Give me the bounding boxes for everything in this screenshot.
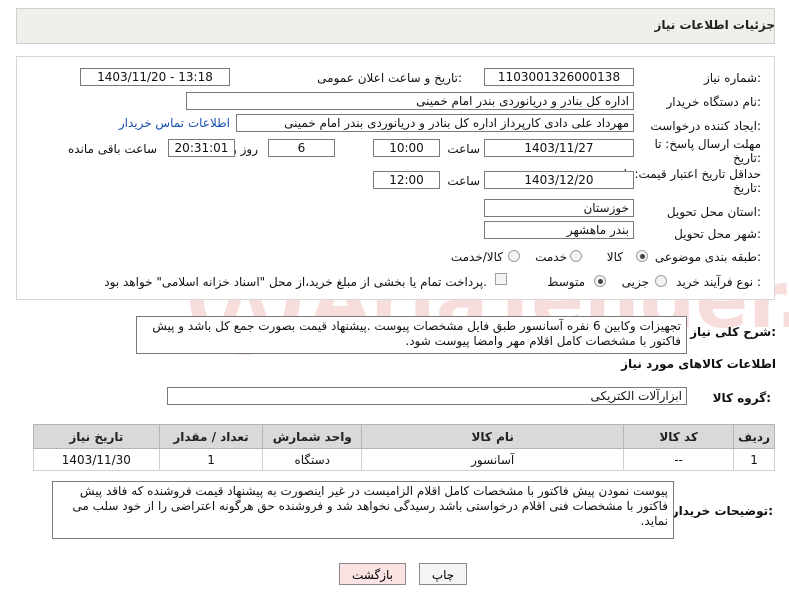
purchase-minor-label: جزیی bbox=[621, 275, 649, 289]
col-quantity: تعداد / مقدار bbox=[158, 424, 264, 449]
item-name-cell: آسانسور bbox=[361, 448, 625, 471]
col-need-date: تاریخ نیاز bbox=[33, 424, 160, 449]
quantity-cell: 1 bbox=[158, 448, 264, 471]
price-validity-date-field: 1403/12/20 bbox=[484, 171, 634, 189]
remaining-days-label: روز و bbox=[231, 142, 258, 156]
buyer-notes-text: پیوست نمودن پیش فاکتور با مشخصات کامل اق… bbox=[72, 484, 668, 528]
category-service-label: خدمت bbox=[535, 250, 567, 264]
reply-time-field: 10:00 bbox=[373, 139, 440, 157]
item-code-cell: -- bbox=[623, 448, 735, 471]
goods-group-field: ابزارآلات الکتریکی bbox=[167, 387, 687, 405]
buyer-org-field: اداره کل بنادر و دریانوردی بندر امام خمی… bbox=[186, 92, 634, 110]
creator-field: مهرداد علی دادی کارپرداز اداره کل بنادر … bbox=[236, 114, 634, 132]
treasury-payment-label: پرداخت تمام یا بخشی از مبلغ خرید،از محل … bbox=[104, 275, 487, 289]
row-number-cell: 1 bbox=[733, 448, 775, 471]
col-item-name: نام کالا bbox=[361, 424, 625, 449]
province-label: استان محل تحویل: bbox=[666, 205, 761, 219]
need-date-cell: 1403/11/30 bbox=[33, 448, 160, 471]
announce-datetime-label: تاریخ و ساعت اعلان عمومی: bbox=[317, 71, 462, 85]
col-row-number: ردیف bbox=[733, 424, 775, 449]
price-validity-label: حداقل تاریخ اعتبار قیمت: تا bbox=[623, 167, 761, 181]
city-label: شهر محل تحویل: bbox=[674, 227, 761, 241]
col-unit: واحد شمارش bbox=[262, 424, 363, 449]
remaining-days-field: 6 bbox=[268, 139, 335, 157]
unit-cell: دستگاه bbox=[262, 448, 363, 471]
buyer-notes-label: توضیحات خریدار: bbox=[671, 504, 773, 518]
reply-deadline-date-label: تاریخ: bbox=[733, 151, 761, 165]
category-service-radio[interactable] bbox=[570, 250, 582, 262]
need-number-field: 1103001326000138 bbox=[484, 68, 634, 86]
reply-date-field: 1403/11/27 bbox=[484, 139, 634, 157]
category-goods-radio[interactable] bbox=[636, 250, 648, 262]
table-row: 1 -- آسانسور دستگاه 1 1403/11/30 bbox=[33, 448, 775, 471]
province-field: خوزستان bbox=[484, 199, 634, 217]
reply-time-label: ساعت bbox=[447, 142, 480, 156]
category-goods-service-label: کالا/خدمت bbox=[450, 250, 503, 264]
purchase-minor-radio[interactable] bbox=[655, 275, 667, 287]
city-field: بندر ماهشهر bbox=[484, 221, 634, 239]
goods-section-title: اطلاعات کالاهای مورد نیاز bbox=[621, 357, 776, 371]
category-label: طبقه بندی موضوعی: bbox=[654, 250, 761, 264]
purchase-medium-label: متوسط bbox=[547, 275, 585, 289]
category-goods-label: کالا bbox=[606, 250, 623, 264]
creator-label: ایجاد کننده درخواست: bbox=[650, 119, 761, 133]
price-validity-date-label: تاریخ: bbox=[733, 181, 761, 195]
buyer-contact-link[interactable]: اطلاعات تماس خریدار bbox=[119, 116, 230, 130]
price-validity-time-field: 12:00 bbox=[373, 171, 440, 189]
page-title: جزئیات اطلاعات نیاز bbox=[654, 18, 775, 32]
reply-deadline-label: مهلت ارسال پاسخ: تا bbox=[654, 137, 761, 151]
goods-group-label: گروه کالا: bbox=[712, 391, 771, 405]
category-goods-service-radio[interactable] bbox=[508, 250, 520, 262]
treasury-payment-checkbox[interactable] bbox=[495, 273, 507, 285]
buyer-org-label: نام دستگاه خریدار: bbox=[666, 95, 762, 109]
items-table: ردیف کد کالا نام کالا واحد شمارش تعداد /… bbox=[33, 424, 775, 471]
need-number-label: شماره نیاز: bbox=[703, 71, 761, 85]
description-text: تجهیزات وکابین 6 نفره آسانسور طبق فایل م… bbox=[152, 319, 681, 348]
print-button[interactable]: چاپ bbox=[419, 563, 467, 585]
items-table-header: ردیف کد کالا نام کالا واحد شمارش تعداد /… bbox=[33, 424, 775, 449]
description-label: شرح کلی نیاز: bbox=[690, 325, 776, 339]
remaining-time-label: ساعت باقی مانده bbox=[67, 142, 157, 156]
col-item-code: کد کالا bbox=[623, 424, 735, 449]
announce-datetime-field: 1403/11/20 - 13:18 bbox=[80, 68, 230, 86]
purchase-type-label: نوع فرآیند خرید : bbox=[676, 275, 761, 289]
purchase-medium-radio[interactable] bbox=[594, 275, 606, 287]
description-textarea[interactable]: تجهیزات وکابین 6 نفره آسانسور طبق فایل م… bbox=[136, 316, 687, 354]
buyer-notes-textarea[interactable]: پیوست نمودن پیش فاکتور با مشخصات کامل اق… bbox=[52, 481, 674, 539]
remaining-time-field: 20:31:01 bbox=[168, 139, 235, 157]
back-button[interactable]: بازگشت bbox=[339, 563, 406, 585]
price-validity-time-label: ساعت bbox=[447, 174, 480, 188]
